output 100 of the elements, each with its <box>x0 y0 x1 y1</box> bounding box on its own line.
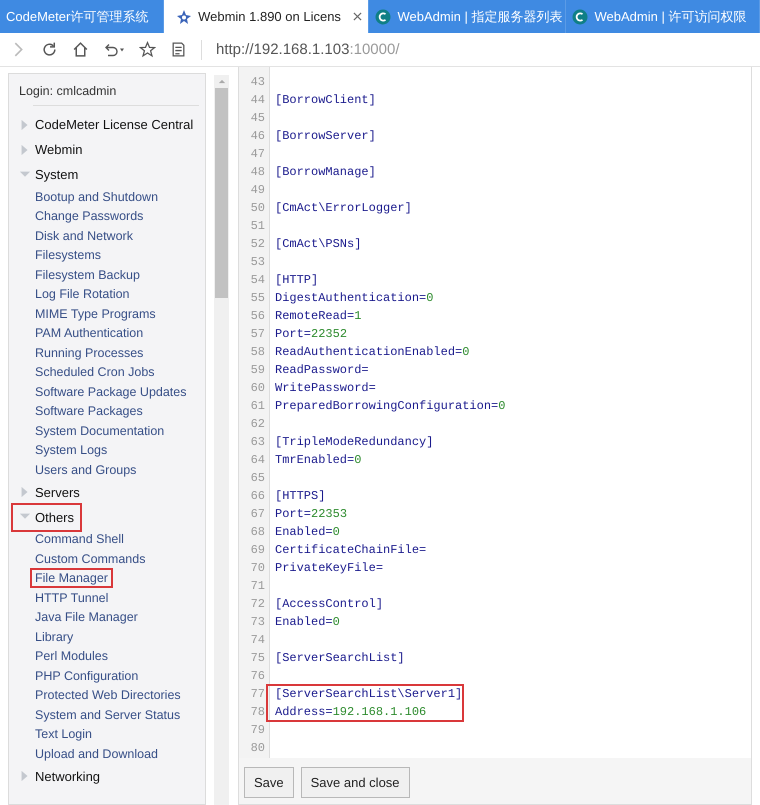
code-line: [CmAct\PSNs] <box>274 237 362 251</box>
sidebar-link[interactable]: Scheduled Cron Jobs <box>32 364 158 380</box>
webmin-logo-icon <box>176 8 192 24</box>
line-number: 58 <box>250 345 266 359</box>
browser-tab[interactable]: Webmin 1.890 on Licens <box>164 0 370 33</box>
line-number: 76 <box>250 669 266 683</box>
sidebar-link[interactable]: Java File Manager <box>32 609 141 626</box>
sidebar-link[interactable]: MIME Type Programs <box>32 306 159 322</box>
line-number: 61 <box>250 399 266 413</box>
sidebar-link[interactable]: Software Package Updates <box>32 384 190 400</box>
tab-title: WebAdmin | 指定服务器列表 <box>397 8 562 26</box>
line-number: 45 <box>250 111 266 125</box>
sidebar-link[interactable]: PHP Configuration <box>32 668 142 684</box>
sidebar-link[interactable]: System Logs <box>32 442 110 458</box>
sidebar-link[interactable]: System and Server Status <box>32 706 184 723</box>
sidebar-link[interactable]: Running Processes <box>32 344 146 361</box>
line-number: 63 <box>250 435 266 449</box>
reader-icon[interactable] <box>170 41 187 58</box>
code-line: [HTTP] <box>274 273 318 287</box>
sidebar-category[interactable]: Others <box>13 504 80 530</box>
sidebar-category[interactable]: Networking <box>13 764 106 788</box>
sidebar-category[interactable]: System <box>13 162 84 187</box>
sidebar-category[interactable]: Servers <box>13 480 86 504</box>
sidebar-link[interactable]: System Documentation <box>32 422 168 439</box>
line-number: 52 <box>250 237 266 251</box>
sidebar-category[interactable]: Webmin <box>13 137 88 162</box>
code-editor[interactable] <box>239 67 751 758</box>
code-line: Enabled=0 <box>274 615 340 629</box>
tab-title: WebAdmin | 许可访问权限 <box>594 8 746 26</box>
close-icon[interactable] <box>353 12 362 21</box>
sidebar-link[interactable]: Library <box>32 628 76 645</box>
code-line: [ServerSearchList\Server1] <box>274 687 462 701</box>
star-icon[interactable] <box>139 41 156 58</box>
code-line: ReadAuthenticationEnabled=0 <box>274 345 470 359</box>
line-number: 75 <box>250 651 266 665</box>
login-label: Login: cmlcadmin <box>19 83 118 100</box>
home-icon[interactable] <box>72 41 89 58</box>
line-number: 67 <box>250 507 266 521</box>
line-number: 47 <box>250 147 266 161</box>
scrollbar[interactable] <box>214 75 229 805</box>
sidebar-link[interactable]: Command Shell <box>32 531 127 548</box>
line-number: 51 <box>250 219 266 233</box>
sidebar-link[interactable]: Text Login <box>32 726 95 742</box>
sidebar-link[interactable]: HTTP Tunnel <box>32 590 112 606</box>
code-line: [BorrowClient] <box>274 93 376 107</box>
line-number: 77 <box>250 687 266 701</box>
sidebar-link[interactable]: Protected Web Directories <box>32 687 184 704</box>
line-number: 48 <box>250 165 266 179</box>
line-number: 73 <box>250 615 266 629</box>
sidebar-link[interactable]: File Manager <box>32 570 111 586</box>
sidebar-link[interactable]: Bootup and Shutdown <box>32 188 162 205</box>
sidebar-link[interactable]: Users and Groups <box>32 462 140 478</box>
line-number: 78 <box>250 705 266 719</box>
line-number: 50 <box>250 201 266 215</box>
sidebar-link[interactable]: Change Passwords <box>32 208 146 224</box>
sidebar-link[interactable]: Custom Commands <box>32 550 148 567</box>
sidebar-link[interactable]: Upload and Download <box>32 746 162 762</box>
undo-icon[interactable] <box>103 41 125 58</box>
address-field[interactable]: http://192.168.1.103:10000/ <box>216 41 400 58</box>
browser-tab[interactable]: WebAdmin | 指定服务器列表 <box>369 0 566 33</box>
line-number: 69 <box>250 543 266 557</box>
code-line: PrivateKeyFile= <box>274 561 384 575</box>
sidebar-link[interactable]: Filesystems <box>32 247 104 264</box>
sidebar-link[interactable]: Software Packages <box>32 403 146 420</box>
code-line: Port=22352 <box>274 327 348 341</box>
sidebar-link[interactable]: Perl Modules <box>32 648 111 664</box>
browser-tab[interactable]: WebAdmin | 许可访问权限 <box>566 0 760 33</box>
save-button[interactable]: Save <box>244 767 294 798</box>
sidebar-link[interactable]: Log File Rotation <box>32 286 133 302</box>
line-number: 70 <box>250 561 266 575</box>
line-number: 49 <box>250 183 266 197</box>
code-line: TmrEnabled=0 <box>274 453 362 467</box>
code-line: PreparedBorrowingConfiguration=0 <box>274 399 506 413</box>
sidebar-link[interactable]: Filesystem Backup <box>32 266 143 283</box>
reload-icon[interactable] <box>41 41 58 58</box>
line-number: 43 <box>250 75 266 89</box>
line-number: 65 <box>250 471 266 485</box>
code-line: [BorrowServer] <box>274 129 376 143</box>
codemeter-logo-icon <box>572 8 588 24</box>
save-and-close-button[interactable]: Save and close <box>300 767 410 798</box>
line-number: 60 <box>250 381 266 395</box>
code-line: [CmAct\ErrorLogger] <box>274 201 412 215</box>
sidebar-category[interactable]: CodeMeter License Central <box>13 112 200 137</box>
tab-title: Webmin 1.890 on Licens <box>198 9 341 24</box>
line-number: 54 <box>250 273 266 287</box>
code-line: ReadPassword= <box>274 363 369 377</box>
line-number: 72 <box>250 597 266 611</box>
sidebar-link[interactable]: PAM Authentication <box>32 325 146 342</box>
line-number: 44 <box>250 93 266 107</box>
line-number: 80 <box>250 741 266 755</box>
sidebar-link[interactable]: Disk and Network <box>32 228 136 244</box>
tab-title: CodeMeter许可管理系统 <box>6 8 148 26</box>
line-number: 64 <box>250 453 266 467</box>
code-line: [BorrowManage] <box>274 165 376 179</box>
code-line: DigestAuthentication=0 <box>274 291 434 305</box>
code-line: Port=22353 <box>274 507 348 521</box>
code-line: WritePassword= <box>274 381 376 395</box>
line-number: 74 <box>250 633 266 647</box>
code-line: CertificateChainFile= <box>274 543 426 557</box>
line-number: 57 <box>250 327 266 341</box>
